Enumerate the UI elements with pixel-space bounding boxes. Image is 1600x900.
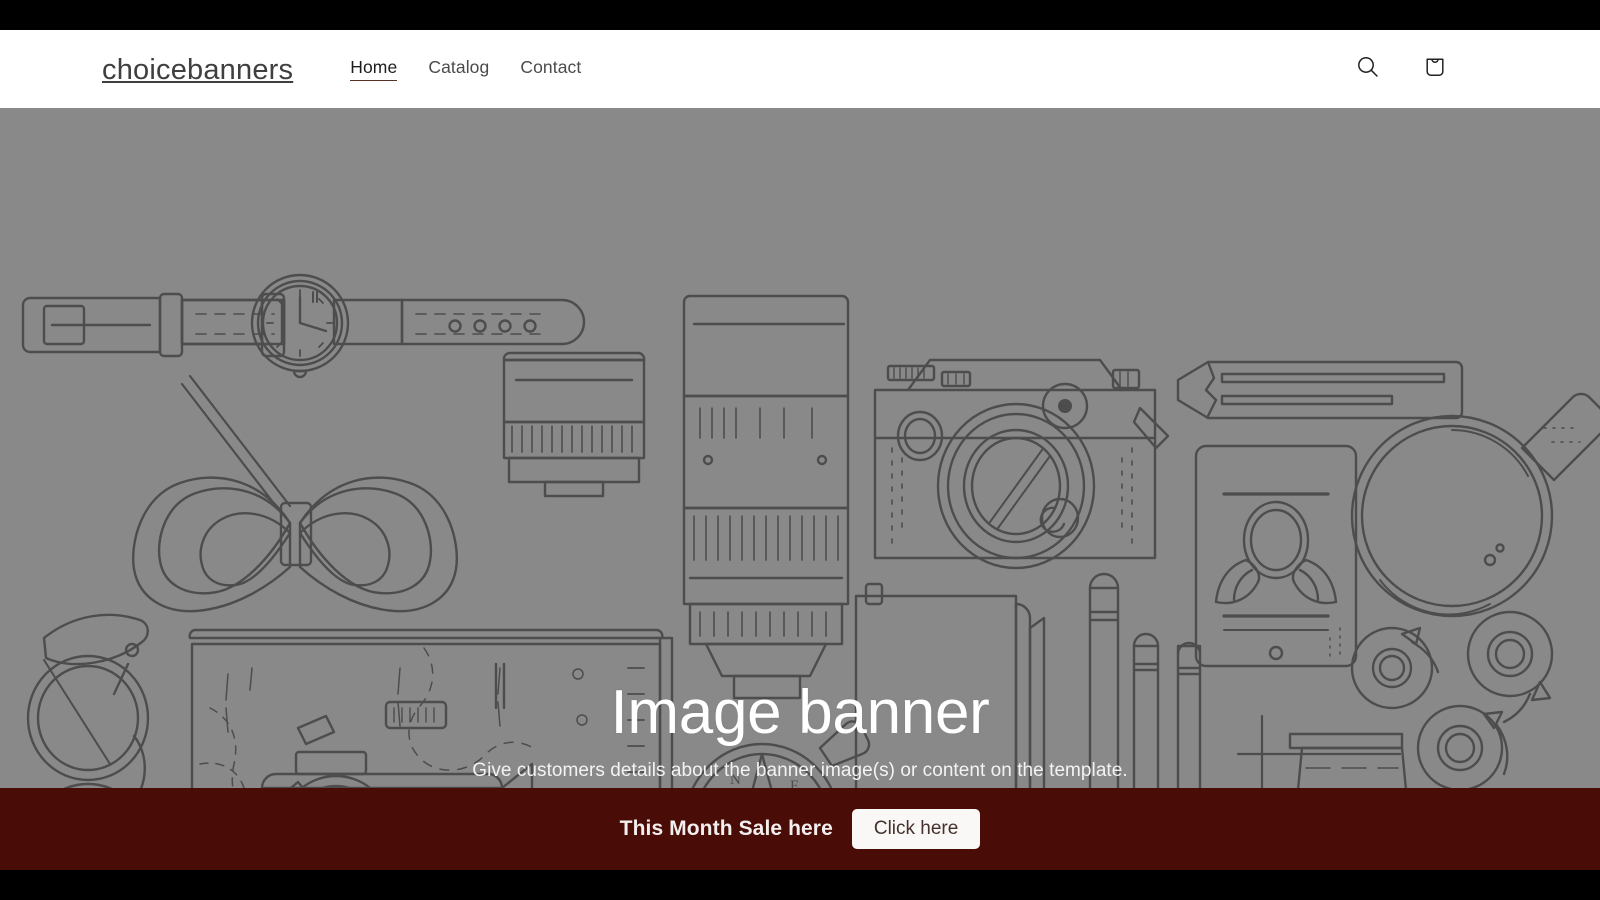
search-icon: [1355, 54, 1381, 83]
hero-subtitle: Give customers details about the banner …: [472, 760, 1128, 781]
hero-copy: Image banner Give customers details abou…: [0, 108, 1600, 788]
nav-item-contact[interactable]: Contact: [520, 58, 581, 80]
main-navigation: Home Catalog Contact: [350, 57, 581, 82]
cart-button[interactable]: [1418, 51, 1452, 85]
promo-click-here-button[interactable]: Click here: [851, 809, 981, 849]
nav-item-home[interactable]: Home: [350, 57, 398, 82]
bottom-black-strip: [0, 870, 1600, 900]
header-actions: [1351, 51, 1560, 85]
search-button[interactable]: [1351, 51, 1385, 85]
browser-viewport: choicebanners Home Catalog Contact N E I…: [0, 0, 1600, 900]
hero-banner: N E S W: [0, 108, 1600, 788]
hero-title: Image banner: [610, 677, 990, 747]
shopping-bag-icon: [1422, 54, 1448, 83]
brand-logo[interactable]: choicebanners: [102, 55, 293, 85]
promo-text: This Month Sale here: [619, 817, 833, 840]
promo-bar: This Month Sale here Click here: [0, 788, 1600, 870]
nav-item-catalog[interactable]: Catalog: [428, 58, 489, 80]
top-black-strip: [0, 0, 1600, 30]
site-header: choicebanners Home Catalog Contact: [0, 30, 1600, 108]
